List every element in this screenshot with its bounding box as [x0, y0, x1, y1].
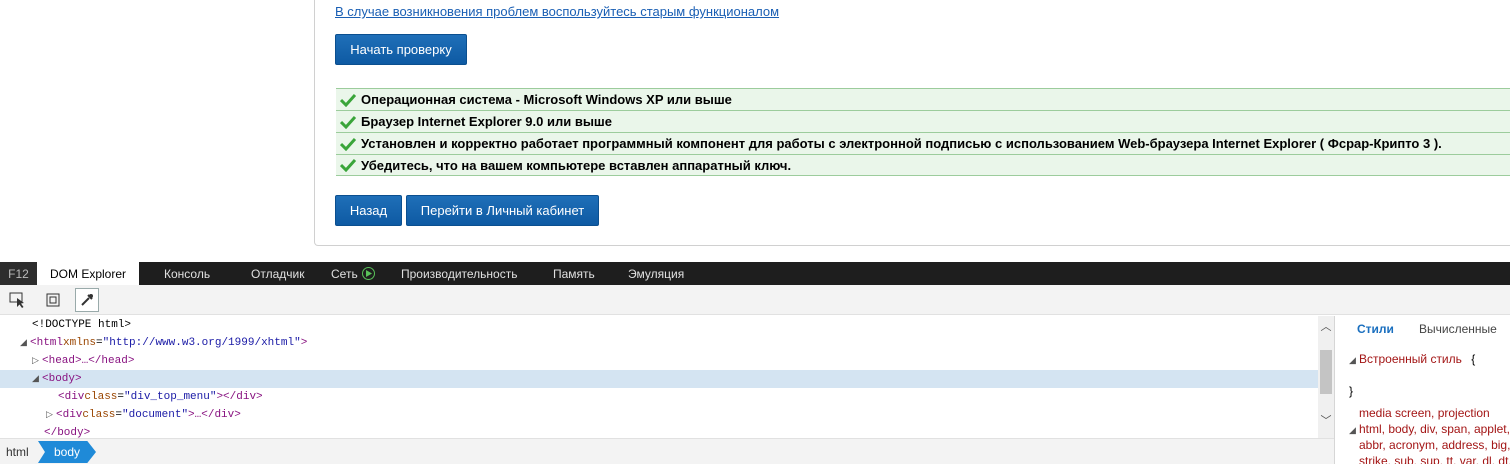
- tab-console[interactable]: Консоль: [164, 262, 210, 285]
- collapsed-arrow-icon[interactable]: ▷: [46, 410, 56, 420]
- brace-close: }: [1349, 384, 1354, 398]
- dom-node-body[interactable]: ◢ <body>: [0, 370, 1318, 388]
- devtools-panel: F12 DOM Explorer Консоль Отладчик Сеть П…: [0, 262, 1510, 464]
- scroll-down-icon[interactable]: ﹀: [1318, 412, 1334, 428]
- back-button[interactable]: Назад: [335, 195, 402, 226]
- color-picker-icon[interactable]: [75, 288, 99, 312]
- checkmark-icon: [340, 114, 358, 130]
- selector-line-1: html, body, div, span, applet,: [1359, 422, 1510, 436]
- f12-label: F12: [0, 262, 37, 285]
- tab-performance[interactable]: Производительность: [401, 262, 517, 285]
- dom-tree-scrollbar[interactable]: ︿ ﹀: [1318, 316, 1334, 438]
- selector-line-3: strike, sub, sup, tt, var, dl, dt,: [1359, 454, 1510, 464]
- checkmark-icon: [340, 92, 358, 108]
- breadcrumb: html body: [0, 438, 1334, 464]
- media-query: media screen, projection: [1359, 406, 1490, 420]
- html-close-bracket: >: [300, 337, 308, 349]
- devtools-tabbar: F12 DOM Explorer Консоль Отладчик Сеть П…: [0, 262, 1510, 285]
- div-open-tag: <div: [56, 409, 83, 421]
- scrollbar-thumb[interactable]: [1320, 350, 1332, 394]
- div-attr-name: class: [84, 391, 118, 403]
- div-attr-value: "document": [122, 409, 189, 421]
- dom-node-div-top-menu[interactable]: <div class = "div_top_menu" ></div>: [0, 388, 1318, 406]
- inline-style-label: Встроенный стиль: [1359, 352, 1462, 366]
- dom-node-doctype[interactable]: <!DOCTYPE html>: [0, 316, 1318, 334]
- inline-style-rule[interactable]: ◢ Встроенный стиль {: [1349, 352, 1475, 366]
- tab-memory[interactable]: Память: [553, 262, 595, 285]
- expanded-arrow-icon[interactable]: ◢: [32, 374, 42, 384]
- doctype-text: <!DOCTYPE html>: [32, 319, 132, 331]
- requirements-list: Операционная система - Microsoft Windows…: [336, 88, 1510, 176]
- tab-computed[interactable]: Вычисленные: [1419, 322, 1497, 336]
- old-functionality-link[interactable]: В случае возникновения проблем воспользу…: [335, 4, 779, 19]
- div-attr-value: "div_top_menu": [124, 391, 217, 403]
- personal-cabinet-button[interactable]: Перейти в Личный кабинет: [406, 195, 599, 226]
- html-attr-value: "http://www.w3.org/1999/xhtml": [102, 337, 301, 349]
- div-close-tag: >…</div>: [188, 409, 241, 421]
- devtools-toolbar: [0, 285, 1510, 315]
- div-close-tag: ></div>: [216, 391, 263, 403]
- requirement-text: Установлен и корректно работает программ…: [361, 136, 1442, 151]
- tab-styles[interactable]: Стили: [1357, 322, 1394, 336]
- collapsed-arrow-icon[interactable]: ▷: [32, 356, 42, 366]
- play-icon: [361, 267, 375, 280]
- dom-node-head[interactable]: ▷ <head>…</head>: [0, 352, 1318, 370]
- dom-node-html[interactable]: ◢ <html xmlns = "http://www.w3.org/1999/xht…: [0, 334, 1318, 352]
- expanded-arrow-icon: ◢: [1349, 425, 1356, 435]
- html-attr-name: xmlns: [63, 337, 97, 349]
- body-open-tag: <body>: [42, 373, 82, 385]
- requirement-text: Убедитесь, что на вашем компьютере встав…: [361, 157, 792, 173]
- tab-network[interactable]: Сеть: [331, 262, 375, 285]
- start-check-button[interactable]: Начать проверку: [335, 34, 467, 65]
- requirement-text: Браузер Internet Explorer 9.0 или выше: [361, 114, 612, 129]
- head-tag: <head>…</head>: [42, 355, 135, 367]
- tab-emulation[interactable]: Эмуляция: [628, 262, 684, 285]
- requirement-text: Операционная система - Microsoft Windows…: [361, 92, 732, 107]
- styles-pane: Стили Вычисленные ◢ Встроенный стиль { } …: [1334, 316, 1510, 464]
- div-open-tag: <div: [58, 391, 85, 403]
- expanded-arrow-icon[interactable]: ◢: [20, 338, 30, 348]
- breadcrumb-body[interactable]: body: [38, 441, 96, 463]
- checkmark-icon: [340, 136, 358, 152]
- selector-line-2: abbr, acronym, address, big,: [1359, 438, 1510, 452]
- brace-open: {: [1471, 352, 1476, 366]
- dom-node-div-document[interactable]: ▷ <div class = "document" >…</div>: [0, 406, 1318, 424]
- div-attr-name: class: [82, 409, 116, 421]
- scroll-up-icon[interactable]: ︿: [1318, 318, 1334, 334]
- list-item: Убедитесь, что на вашем компьютере встав…: [336, 154, 1510, 176]
- list-item: Браузер Internet Explorer 9.0 или выше: [336, 110, 1510, 132]
- tab-dom-explorer[interactable]: DOM Explorer: [37, 262, 139, 285]
- select-element-icon[interactable]: [6, 288, 30, 312]
- tab-network-label: Сеть: [331, 266, 358, 281]
- highlight-element-icon[interactable]: [41, 288, 65, 312]
- expanded-arrow-icon: ◢: [1349, 355, 1356, 365]
- list-item: Установлен и корректно работает программ…: [336, 132, 1510, 154]
- tab-debugger[interactable]: Отладчик: [251, 262, 304, 285]
- breadcrumb-html[interactable]: html: [6, 441, 29, 463]
- list-item: Операционная система - Microsoft Windows…: [336, 88, 1510, 110]
- css-selector-rule[interactable]: ◢ html, body, div, span, applet,: [1349, 422, 1510, 436]
- web-page: В случае возникновения проблем воспользу…: [0, 0, 1510, 262]
- checkmark-icon: [340, 157, 358, 173]
- html-open-tag: <html: [30, 337, 64, 349]
- dom-tree: <!DOCTYPE html> ◢ <html xmlns = "http://www…: [0, 316, 1318, 439]
